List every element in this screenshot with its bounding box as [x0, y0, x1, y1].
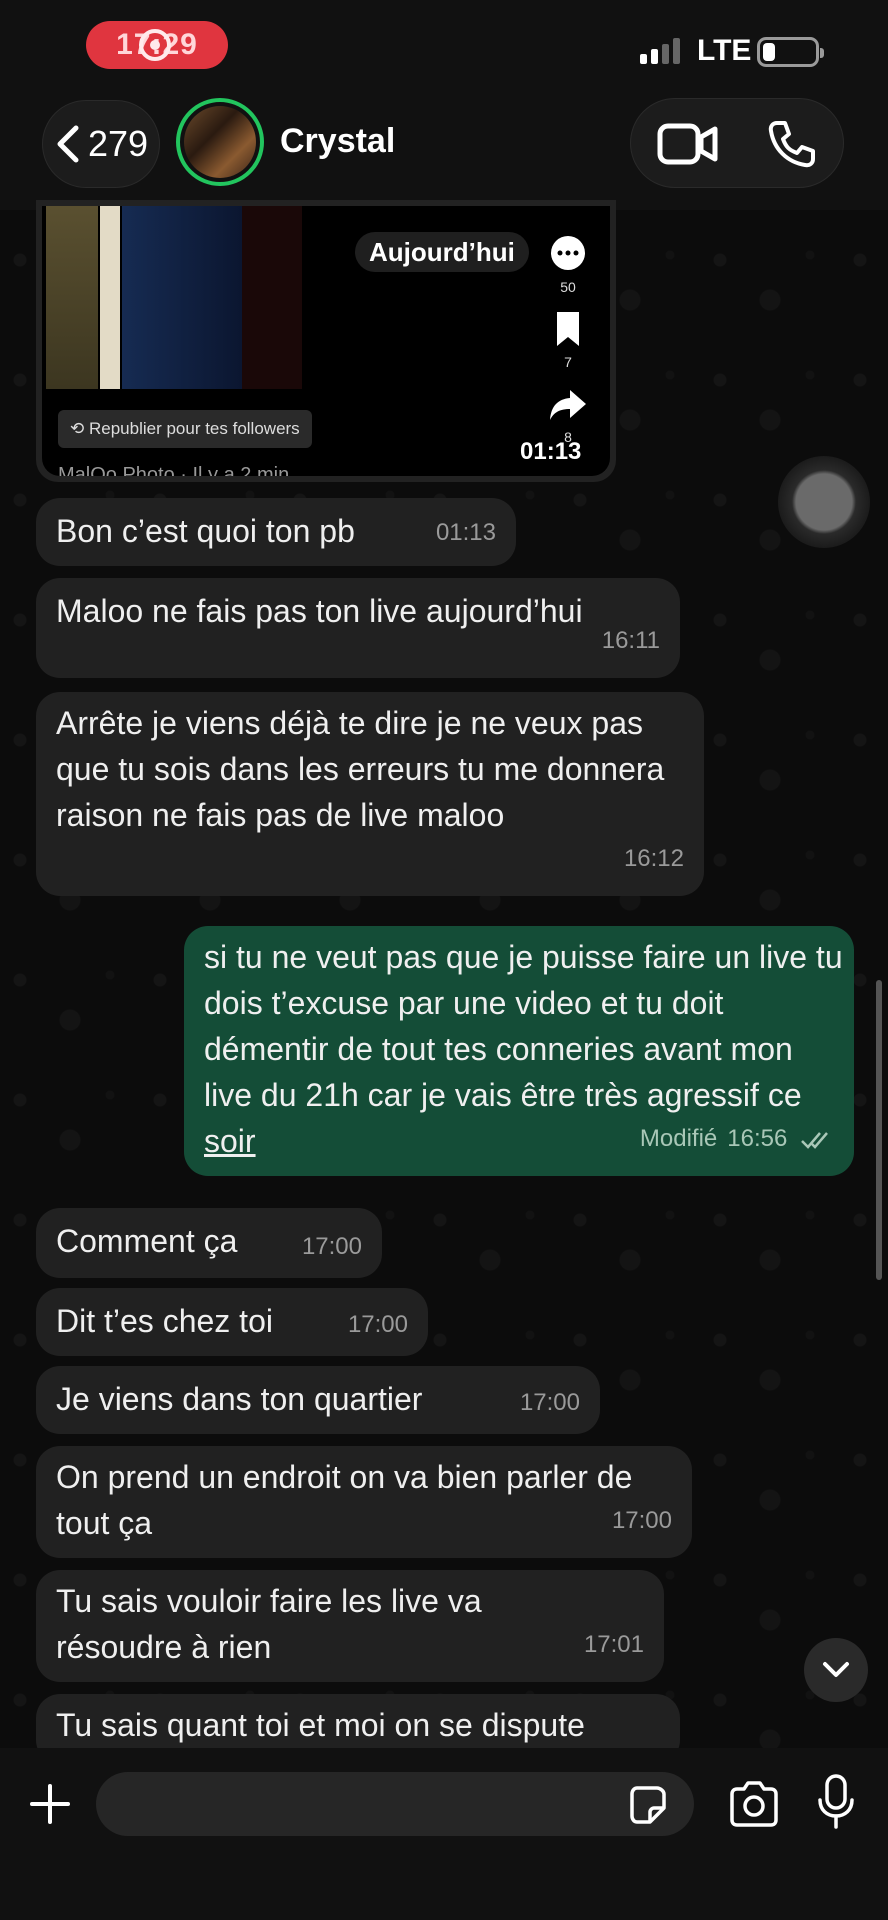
- mic-icon[interactable]: [816, 1774, 856, 1830]
- saves-count: 7: [564, 354, 572, 370]
- unread-count: 279: [87, 123, 149, 164]
- share-icon: [550, 390, 586, 420]
- video-call-icon[interactable]: [657, 121, 719, 167]
- message-time: 17:00: [347, 1311, 408, 1338]
- screen-recording-icon: [139, 29, 171, 61]
- comments-count: 50: [560, 279, 576, 295]
- edited-label: Modifié: [639, 1125, 718, 1152]
- sticker-icon[interactable]: [626, 1784, 668, 1826]
- message-text: Tu sais quant toi et moi on se dispute: [56, 1707, 585, 1743]
- plus-icon[interactable]: [28, 1782, 72, 1826]
- message-text: Arrête je viens déjà te dire je ne veux …: [56, 705, 665, 833]
- shared-post-bubble[interactable]: Aujourd’hui 50 7 8 ⟲ Republier pour tes …: [36, 200, 616, 482]
- date-separator: Aujourd’hui: [355, 232, 529, 272]
- message-time: 17:00: [611, 1507, 672, 1534]
- back-button[interactable]: 279: [42, 100, 160, 188]
- outgoing-message-bubble[interactable]: si tu ne veut pas que je puisse faire un…: [184, 926, 854, 1176]
- contact-name[interactable]: Crystal: [280, 122, 395, 161]
- status-bar: 17:29 LTE: [0, 0, 888, 96]
- camera-icon[interactable]: [728, 1780, 780, 1828]
- message-time: 16:56: [727, 1125, 788, 1152]
- double-check-icon: [801, 1131, 828, 1149]
- message-time: 17:00: [301, 1233, 362, 1260]
- message-bubble[interactable]: Arrête je viens déjà te dire je ne veux …: [36, 692, 704, 896]
- battery-icon: [757, 37, 824, 67]
- phone-icon[interactable]: [767, 119, 817, 169]
- message-text: Tu sais vouloir faire les live va résoud…: [56, 1583, 482, 1665]
- signal-strength-icon: [640, 36, 680, 64]
- composer-bar: [0, 1748, 888, 1920]
- chat-header: 279 Crystal: [0, 96, 888, 210]
- repost-icon: ⟲: [70, 419, 89, 438]
- message-input[interactable]: [96, 1772, 694, 1836]
- scrollbar[interactable]: [876, 980, 882, 1280]
- repost-button[interactable]: ⟲ Republier pour tes followers: [58, 410, 312, 448]
- message-text: Maloo ne fais pas ton live aujourd’hui: [56, 593, 583, 629]
- message-time: 16:11: [601, 627, 660, 654]
- message-bubble[interactable]: Bon c’est quoi ton pb 01:13: [36, 498, 516, 566]
- message-time: 17:00: [519, 1389, 580, 1416]
- comment-icon: [551, 236, 585, 270]
- back-chevron-icon: [57, 125, 79, 163]
- message-bubble[interactable]: Maloo ne fais pas ton live aujourd’hui 1…: [36, 578, 680, 678]
- post-author: MalOo Photo · Il y a 2 min: [58, 464, 290, 476]
- message-bubble[interactable]: Comment ça 17:00: [36, 1208, 382, 1278]
- call-actions: [630, 98, 844, 188]
- post-sent-time: 01:13: [520, 438, 582, 465]
- bookmark-icon: [557, 312, 579, 346]
- network-type: LTE: [697, 34, 752, 67]
- message-time: 16:12: [623, 845, 684, 872]
- message-bubble[interactable]: Dit t’es chez toi 17:00: [36, 1288, 428, 1356]
- message-bubble[interactable]: Tu sais vouloir faire les live va résoud…: [36, 1570, 664, 1682]
- scroll-to-bottom-button[interactable]: [804, 1638, 868, 1702]
- message-text: Bon c’est quoi ton pb: [56, 513, 355, 549]
- post-thumbnail: [42, 206, 302, 389]
- message-time: 01:13: [435, 519, 496, 546]
- message-bubble[interactable]: On prend un endroit on va bien parler de…: [36, 1446, 692, 1558]
- repost-label: Republier pour tes followers: [88, 419, 300, 438]
- message-meta: Modifié 16:56: [640, 1116, 834, 1162]
- message-bubble[interactable]: Je viens dans ton quartier 17:00: [36, 1366, 600, 1434]
- chevron-down-icon: [823, 1662, 849, 1677]
- contact-avatar[interactable]: [176, 98, 264, 186]
- post-actions: 50 7 8: [548, 234, 588, 459]
- message-text: On prend un endroit on va bien parler de…: [56, 1459, 633, 1541]
- message-time: 17:01: [583, 1631, 644, 1658]
- message-text: Je viens dans ton quartier: [56, 1381, 423, 1417]
- shared-post-preview[interactable]: Aujourd’hui 50 7 8 ⟲ Republier pour tes …: [42, 206, 610, 476]
- assistive-touch-button[interactable]: [778, 456, 870, 548]
